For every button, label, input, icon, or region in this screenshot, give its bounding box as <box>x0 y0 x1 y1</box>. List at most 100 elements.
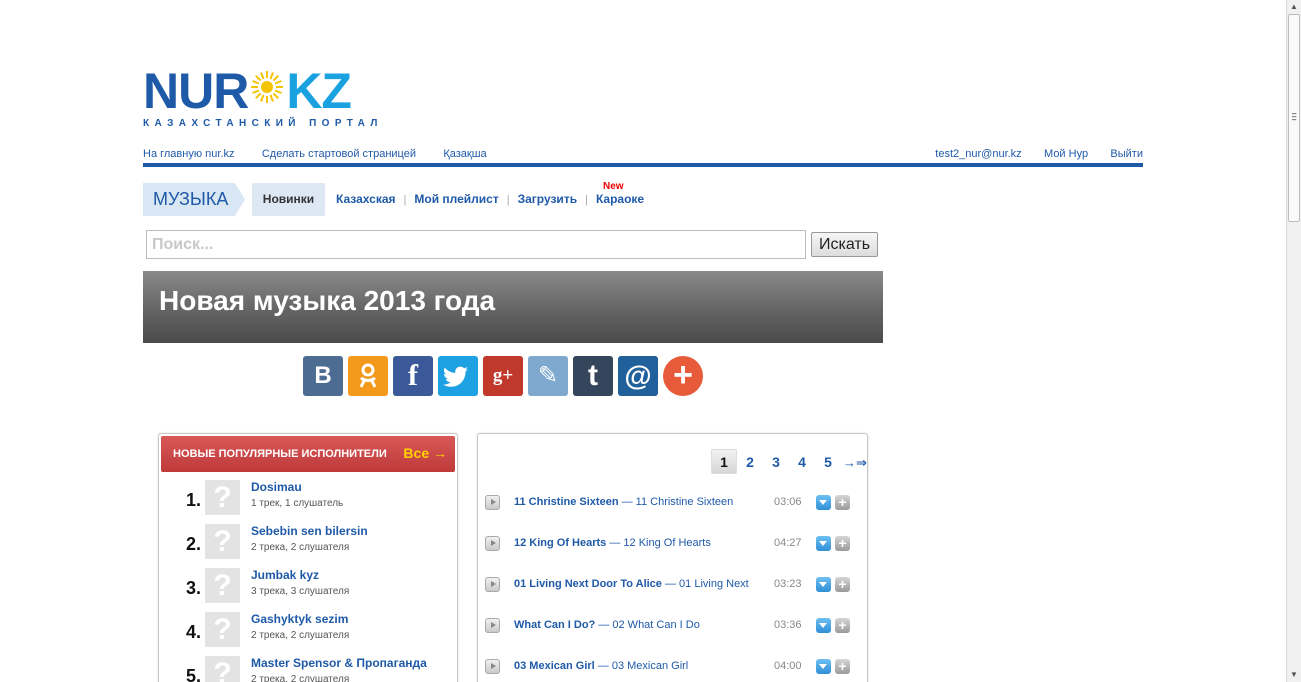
add-to-playlist-icon[interactable]: + <box>835 536 850 551</box>
artist-avatar-placeholder-icon[interactable]: ? <box>205 568 240 603</box>
logo-tagline: КАЗАХСТАНСКИЙ ПОРТАЛ <box>143 118 383 129</box>
sun-icon <box>250 64 284 103</box>
artist-row: 3. ? Jumbak kyz 3 трека, 3 слушателя <box>159 568 459 608</box>
popular-artists-title: НОВЫЕ ПОПУЛЯРНЫЕ ИСПОЛНИТЕЛИ <box>173 448 387 460</box>
home-link[interactable]: На главную nur.kz <box>143 148 235 160</box>
vk-icon[interactable]: В <box>303 356 343 396</box>
artist-name-link[interactable]: Gashyktyk sezim <box>251 612 348 626</box>
artist-stats: 2 трека, 2 слушателя <box>251 630 350 641</box>
artist-stats: 3 трека, 3 слушателя <box>251 586 350 597</box>
user-email-link[interactable]: test2_nur@nur.kz <box>935 148 1021 160</box>
track-title[interactable]: 03 Mexican Girl — 03 Mexican Girl <box>514 660 688 672</box>
track-title[interactable]: What Can I Do? — 02 What Can I Do <box>514 619 700 631</box>
track-row: 12 King Of Hearts — 12 King Of Hearts 04… <box>478 534 869 554</box>
play-icon[interactable] <box>485 536 500 551</box>
facebook-icon[interactable]: f <box>393 356 433 396</box>
new-badge: New <box>603 181 624 192</box>
music-nav: МУЗЫКА Новинки Казахская | Мой плейлист | За… <box>143 181 883 217</box>
page-3-link[interactable]: 3 <box>763 450 789 475</box>
page-scrollbar[interactable]: ▲ ━ ━ ━ ▼ <box>1286 0 1301 682</box>
artist-name-link[interactable]: Dosimau <box>251 480 302 494</box>
track-title[interactable]: 11 Christine Sixteen — 11 Christine Sixt… <box>514 496 733 508</box>
play-icon[interactable] <box>485 659 500 674</box>
artist-avatar-placeholder-icon[interactable]: ? <box>205 524 240 559</box>
scroll-thumb[interactable]: ━ ━ ━ <box>1288 14 1300 222</box>
tracks-box: 1 2 3 4 5 →⇒ 11 Christine Sixteen — 11 Christ… <box>477 433 868 682</box>
tab-my-playlist[interactable]: Мой плейлист <box>414 192 498 206</box>
google-plus-icon[interactable]: g+ <box>483 356 523 396</box>
make-homepage-link[interactable]: Сделать стартовой страницей <box>262 148 416 160</box>
search-input[interactable] <box>146 230 806 259</box>
nav-separator: | <box>585 194 588 206</box>
kazakh-language-link[interactable]: Қазақша <box>443 148 486 160</box>
artist-name-link[interactable]: Master Spensor & Пропаганда <box>251 656 427 670</box>
artist-stats: 2 трека, 2 слушателя <box>251 674 350 682</box>
track-title[interactable]: 12 King Of Hearts — 12 King Of Hearts <box>514 537 711 549</box>
track-name: — 12 King Of Hearts <box>606 537 711 549</box>
twitter-icon[interactable] <box>438 356 478 396</box>
artist-avatar-placeholder-icon[interactable]: ? <box>205 656 240 682</box>
nav-separator: | <box>506 194 510 206</box>
artist-name-link[interactable]: Sebebin sen bilersin <box>251 524 368 538</box>
download-icon[interactable] <box>816 495 831 510</box>
next-page-arrow-icon[interactable]: →⇒ <box>843 450 867 475</box>
artist-rank: 5. <box>185 666 201 682</box>
header-divider <box>143 163 1143 167</box>
artist-row: 5. ? Master Spensor & Пропаганда 2 трека… <box>159 656 459 682</box>
tab-karaoke[interactable]: Караоке <box>596 192 644 206</box>
top-nav-right: test2_nur@nur.kz Мой Нур Выйти <box>916 146 1143 160</box>
page-2-link[interactable]: 2 <box>737 450 763 475</box>
tab-upload[interactable]: Загрузить <box>518 192 577 206</box>
artist-avatar-placeholder-icon[interactable]: ? <box>205 480 240 515</box>
odnoklassniki-icon[interactable] <box>348 356 388 396</box>
artist-avatar-placeholder-icon[interactable]: ? <box>205 612 240 647</box>
tab-kazakh[interactable]: Казахская <box>336 192 396 206</box>
add-to-playlist-icon[interactable]: + <box>835 618 850 633</box>
download-icon[interactable] <box>816 577 831 592</box>
download-icon[interactable] <box>816 618 831 633</box>
track-row: 11 Christine Sixteen — 11 Christine Sixt… <box>478 493 869 513</box>
play-icon[interactable] <box>485 577 500 592</box>
artist-rank: 2. <box>185 534 201 554</box>
page-banner: Новая музыка 2013 года <box>143 271 883 343</box>
music-section-label[interactable]: МУЗЫКА <box>143 183 245 216</box>
logout-link[interactable]: Выйти <box>1110 148 1143 160</box>
artist-name-link[interactable]: Jumbak kyz <box>251 568 319 582</box>
download-icon[interactable] <box>816 536 831 551</box>
tab-new-releases[interactable]: Новинки <box>252 183 325 216</box>
all-artists-link[interactable]: Все → <box>403 445 447 461</box>
track-row: What Can I Do? — 02 What Can I Do 03:36 … <box>478 616 869 636</box>
tumblr-icon[interactable]: t <box>573 356 613 396</box>
site-logo[interactable]: NUR KZ КАЗАХСТАНСКИЙ ПОРТАЛ <box>143 64 383 129</box>
page-4-link[interactable]: 4 <box>789 450 815 475</box>
add-to-playlist-icon[interactable]: + <box>835 495 850 510</box>
track-duration: 04:27 <box>774 537 802 549</box>
scroll-up-arrow-icon[interactable]: ▲ <box>1287 0 1301 14</box>
play-icon[interactable] <box>485 495 500 510</box>
livejournal-icon[interactable]: ✎ <box>528 356 568 396</box>
add-to-playlist-icon[interactable]: + <box>835 577 850 592</box>
track-title[interactable]: 01 Living Next Door To Alice — 01 Living… <box>514 578 749 590</box>
top-nav-left: На главную nur.kz Сделать стартовой стра… <box>143 146 511 160</box>
my-nur-link[interactable]: Мой Нур <box>1044 148 1088 160</box>
track-artist: 01 Living Next Door To Alice <box>514 578 662 590</box>
page-5-link[interactable]: 5 <box>815 450 841 475</box>
track-name: — 02 What Can I Do <box>595 619 700 631</box>
artist-row: 2. ? Sebebin sen bilersin 2 трека, 2 слу… <box>159 524 459 564</box>
track-duration: 03:06 <box>774 496 802 508</box>
popular-artists-box: НОВЫЕ ПОПУЛЯРНЫЕ ИСПОЛНИТЕЛИ Все → 1. ? … <box>158 433 458 682</box>
more-share-icon[interactable]: + <box>663 356 703 396</box>
search-button[interactable]: Искать <box>811 232 878 257</box>
artist-stats: 1 трек, 1 слушатель <box>251 498 344 509</box>
play-icon[interactable] <box>485 618 500 633</box>
popular-artists-header: НОВЫЕ ПОПУЛЯРНЫЕ ИСПОЛНИТЕЛИ Все → <box>161 436 455 472</box>
page-1-button[interactable]: 1 <box>711 449 737 474</box>
download-icon[interactable] <box>816 659 831 674</box>
scroll-down-arrow-icon[interactable]: ▼ <box>1287 668 1301 682</box>
music-nav-links: Казахская | Мой плейлист | Загрузить | Караоке <box>336 192 644 206</box>
add-to-playlist-icon[interactable]: + <box>835 659 850 674</box>
social-share-bar: Вf g+ ✎ t @ + <box>303 356 708 396</box>
artist-rank: 3. <box>185 578 201 598</box>
mailru-icon[interactable]: @ <box>618 356 658 396</box>
track-duration: 04:00 <box>774 660 802 672</box>
